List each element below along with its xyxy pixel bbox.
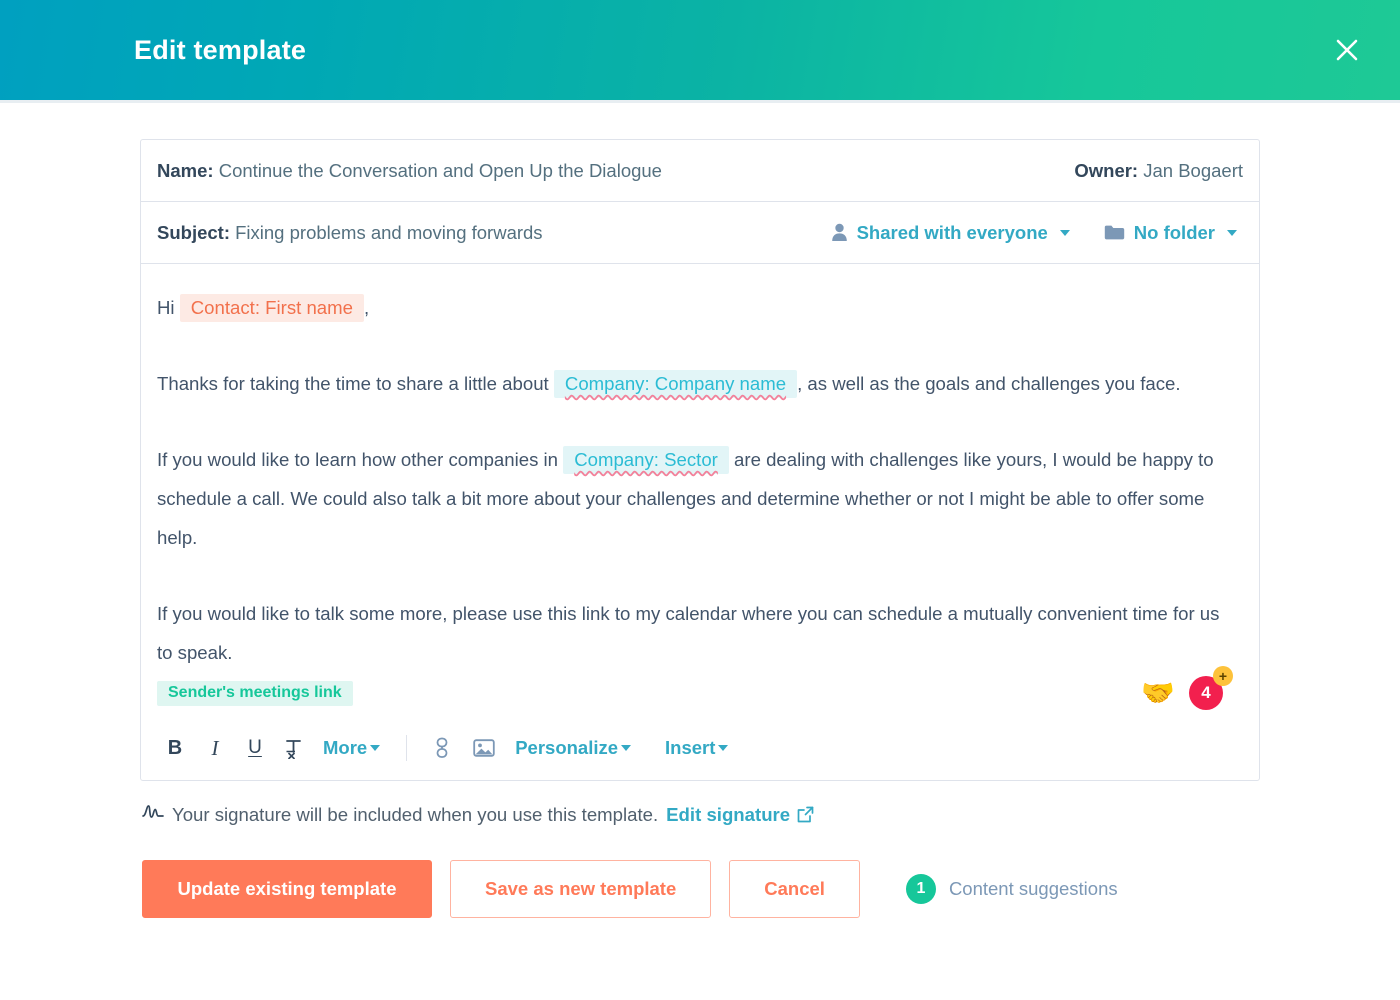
editor-toolbar: B I U More Personalize Insert	[141, 716, 1259, 780]
owner-label: Owner:	[1074, 159, 1139, 181]
personalize-label: Personalize	[515, 737, 619, 758]
cancel-button[interactable]: Cancel	[729, 860, 860, 918]
modal-body: Name: Continue the Conversation and Open…	[0, 103, 1400, 1000]
folder-dropdown[interactable]: No folder	[1104, 222, 1237, 244]
chevron-down-icon	[1059, 229, 1070, 236]
paragraph-thanks: Thanks for taking the time to share a li…	[157, 364, 1239, 403]
folder-label: No folder	[1133, 221, 1215, 243]
underline-button[interactable]: U	[237, 730, 273, 766]
close-icon	[1336, 39, 1358, 61]
paragraph-sector: If you would like to learn how other com…	[157, 440, 1239, 557]
toolbar-divider	[406, 735, 408, 761]
sharing-label: Shared with everyone	[856, 221, 1048, 243]
token-company-sector[interactable]: Company: Sector	[563, 446, 729, 474]
add-reaction-icon[interactable]: +	[1213, 666, 1233, 686]
handshake-emoji[interactable]: 🤝	[1141, 679, 1175, 707]
reactions-group: 🤝 4 +	[1141, 666, 1239, 710]
template-subject-row: Subject: Fixing problems and moving forw…	[141, 202, 1259, 264]
sharing-dropdown[interactable]: Shared with everyone	[831, 222, 1070, 244]
reaction-count-badge[interactable]: 4 +	[1189, 666, 1233, 710]
subject-controls: Shared with everyone No folder	[831, 222, 1237, 244]
folder-icon	[1104, 224, 1125, 241]
link-icon	[436, 737, 448, 758]
token-meetings-link[interactable]: Sender's meetings link	[157, 680, 353, 706]
more-label: More	[323, 737, 368, 758]
template-owner: Owner: Jan Bogaert	[1074, 160, 1243, 182]
greeting-prefix: Hi	[157, 297, 175, 318]
chevron-down-icon	[370, 745, 381, 751]
owner-value: Jan Bogaert	[1143, 159, 1243, 181]
name-value: Continue the Conversation and Open Up th…	[218, 159, 662, 181]
template-subject[interactable]: Subject: Fixing problems and moving forw…	[157, 222, 543, 244]
signature-note: Your signature will be included when you…	[140, 803, 1260, 826]
footer-actions: Update existing template Save as new tem…	[140, 860, 1260, 918]
edit-signature-label: Edit signature	[666, 803, 791, 825]
insert-link-button[interactable]	[425, 731, 459, 765]
chevron-down-icon	[1227, 229, 1237, 236]
clear-formatting-icon	[286, 740, 301, 759]
personalize-dropdown[interactable]: Personalize	[509, 737, 637, 759]
chevron-down-icon	[621, 745, 632, 751]
signature-note-text: Your signature will be included when you…	[172, 803, 659, 825]
edit-signature-link[interactable]: Edit signature	[666, 804, 814, 826]
subject-value: Fixing problems and moving forwards	[235, 221, 543, 243]
reaction-count-value: 4	[1201, 683, 1211, 702]
token-contact-first-name[interactable]: Contact: First name	[179, 294, 364, 322]
paragraph-greeting: Hi Contact: First name,	[157, 288, 1239, 327]
close-button[interactable]	[1324, 27, 1370, 73]
page-title: Edit template	[134, 34, 307, 65]
template-name[interactable]: Name: Continue the Conversation and Open…	[157, 160, 662, 182]
insert-image-button[interactable]	[467, 731, 501, 765]
suggestions-count-badge: 1	[905, 874, 936, 904]
clear-formatting-button[interactable]	[277, 730, 313, 766]
template-name-row: Name: Continue the Conversation and Open…	[141, 140, 1259, 202]
image-icon	[473, 739, 495, 757]
greeting-suffix: ,	[363, 297, 370, 318]
insert-label: Insert	[665, 737, 716, 758]
p1-after-text: , as well as the goals and challenges yo…	[797, 373, 1181, 394]
italic-button[interactable]: I	[197, 730, 233, 766]
chevron-down-icon	[718, 745, 729, 751]
person-icon	[831, 223, 848, 242]
more-dropdown[interactable]: More	[317, 737, 386, 759]
insert-dropdown[interactable]: Insert	[659, 737, 734, 759]
p2-before-text: If you would like to learn how other com…	[157, 449, 559, 470]
p1-before-text: Thanks for taking the time to share a li…	[157, 373, 549, 394]
token-company-name[interactable]: Company: Company name	[553, 370, 798, 398]
name-label: Name:	[157, 159, 214, 181]
update-existing-template-button[interactable]: Update existing template	[142, 860, 432, 918]
meetings-link-row: Sender's meetings link 🤝 4 +	[141, 666, 1259, 710]
subject-label: Subject:	[157, 221, 230, 243]
template-card: Name: Continue the Conversation and Open…	[140, 139, 1260, 781]
email-body-editor[interactable]: Hi Contact: First name, Thanks for takin…	[141, 264, 1259, 684]
save-as-new-template-button[interactable]: Save as new template	[450, 860, 712, 918]
suggestions-label: Content suggestions	[948, 878, 1118, 899]
content-suggestions[interactable]: 1 Content suggestions	[905, 874, 1118, 904]
bold-button[interactable]: B	[157, 730, 193, 766]
signature-icon	[142, 803, 164, 826]
modal-header: Edit template	[0, 0, 1400, 100]
external-link-icon	[797, 806, 814, 823]
paragraph-calendar: If you would like to talk some more, ple…	[157, 603, 1220, 663]
